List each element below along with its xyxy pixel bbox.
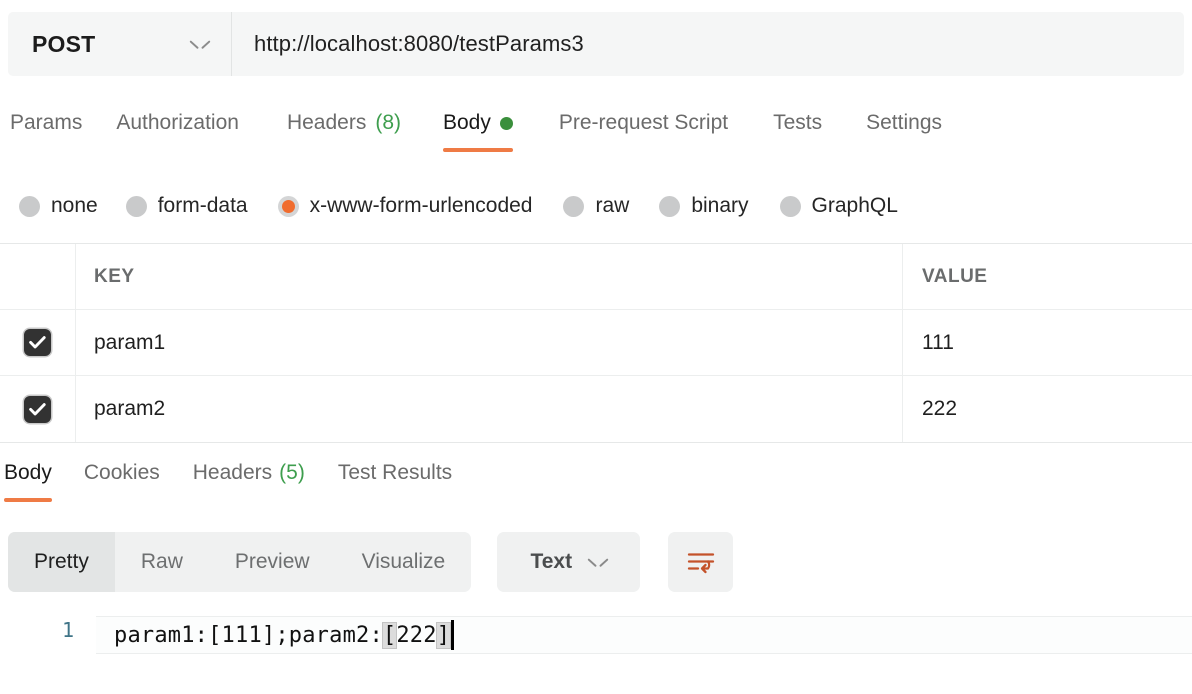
row-value-cell[interactable]: 222	[903, 376, 1192, 442]
response-tab-cookies[interactable]: Cookies	[84, 460, 160, 508]
radio-icon	[19, 195, 40, 217]
tab-label: Cookies	[83, 461, 160, 484]
headers-count-badge: (8)	[375, 111, 401, 134]
url-input[interactable]: http://localhost:8080/testParams3	[232, 12, 1184, 76]
response-tab-body[interactable]: Body	[4, 460, 52, 508]
body-type-label: form-data	[157, 194, 248, 217]
radio-selected-icon	[277, 195, 299, 217]
bracket-match-open: [	[382, 622, 397, 648]
request-tabs: Params Authorization Headers (8) Body Pr…	[0, 108, 1192, 160]
response-body-editor: 1 param1:[111];param2:[222]	[0, 606, 1192, 694]
row-value-cell[interactable]: 111	[903, 310, 1192, 375]
chevron-down-icon	[589, 557, 607, 568]
body-type-label: none	[51, 194, 98, 217]
active-tab-underline	[4, 498, 52, 502]
body-params-table: KEY VALUE param1 111 param2 222	[0, 243, 1192, 443]
tab-pre-request-script[interactable]: Pre-request Script	[559, 108, 728, 160]
active-tab-underline	[443, 148, 513, 152]
column-header-key: KEY	[76, 244, 903, 309]
tab-label: Headers	[192, 461, 273, 484]
view-mode-visualize[interactable]: Visualize	[336, 532, 472, 592]
tab-headers[interactable]: Headers (8)	[287, 108, 401, 160]
body-type-label: x-www-form-urlencoded	[309, 194, 533, 217]
tab-authorization[interactable]: Authorization	[116, 108, 239, 160]
row-checkbox-cell	[0, 376, 76, 442]
editor-active-line[interactable]: param1:[111];param2:[222]	[96, 616, 1192, 654]
radio-icon	[125, 195, 147, 217]
column-header-value: VALUE	[922, 265, 988, 287]
wrap-text-button[interactable]	[668, 532, 734, 592]
body-type-none[interactable]: none	[19, 194, 98, 218]
body-present-dot-icon	[499, 117, 513, 130]
tab-tests[interactable]: Tests	[773, 108, 822, 160]
url-bar: POST http://localhost:8080/testParams3	[8, 12, 1184, 76]
response-format-selector[interactable]: Text	[497, 532, 641, 592]
tab-body[interactable]: Body	[443, 108, 513, 160]
row-key-cell[interactable]: param2	[76, 376, 903, 442]
chevron-down-icon	[191, 39, 209, 50]
radio-icon	[659, 195, 681, 217]
view-mode-pretty[interactable]: Pretty	[8, 532, 115, 592]
body-type-raw[interactable]: raw	[563, 194, 629, 218]
response-viewer-toolbar: Pretty Raw Preview Visualize Text	[8, 532, 734, 592]
tab-label: Body	[4, 461, 52, 484]
body-type-label: binary	[691, 194, 749, 217]
row-key-cell[interactable]: param1	[76, 310, 903, 375]
radio-icon	[779, 195, 801, 217]
row-checkbox-cell	[0, 310, 76, 375]
radio-icon	[563, 195, 585, 217]
http-method-selector[interactable]: POST	[8, 12, 232, 76]
http-method-label: POST	[32, 30, 96, 57]
table-header-check-cell	[0, 244, 76, 309]
response-tabs: Body Cookies Headers (5) Test Results	[0, 460, 1192, 508]
wrap-text-icon	[687, 553, 714, 574]
response-body-text-inner: 222	[396, 622, 437, 648]
response-body-text: param1:[111];param2:	[114, 622, 383, 648]
body-type-x-www-form-urlencoded[interactable]: x-www-form-urlencoded	[277, 194, 533, 218]
response-tab-test-results[interactable]: Test Results	[338, 460, 452, 508]
row-checkbox-checked[interactable]	[24, 329, 51, 356]
tab-label: Body	[443, 111, 491, 134]
table-row[interactable]: param1 111	[0, 310, 1192, 376]
tab-settings[interactable]: Settings	[866, 108, 942, 160]
body-type-label: GraphQL	[811, 194, 898, 217]
body-type-label: raw	[595, 194, 630, 217]
body-type-form-data[interactable]: form-data	[125, 194, 248, 218]
response-headers-count-badge: (5)	[279, 461, 305, 484]
tab-label: Authorization	[116, 111, 239, 134]
tab-label: Pre-request Script	[558, 111, 729, 134]
body-type-binary[interactable]: binary	[659, 194, 749, 218]
row-checkbox-checked[interactable]	[24, 395, 51, 423]
bracket-match-close: ]	[436, 622, 451, 648]
view-mode-preview[interactable]: Preview	[209, 532, 336, 592]
tab-params[interactable]: Params	[10, 108, 82, 160]
tab-label: Headers	[286, 111, 367, 134]
body-type-options: none form-data x-www-form-urlencoded raw…	[0, 185, 1192, 227]
table-header-row: KEY VALUE	[0, 244, 1192, 310]
response-format-label: Text	[530, 550, 573, 573]
view-mode-raw[interactable]: Raw	[115, 532, 209, 592]
response-tab-headers[interactable]: Headers (5)	[193, 460, 305, 508]
tab-label: Params	[10, 111, 83, 134]
editor-line-number: 1	[61, 618, 74, 642]
text-cursor	[451, 620, 455, 650]
tab-label: Settings	[866, 111, 943, 134]
tab-label: Tests	[773, 111, 823, 134]
tab-label: Test Results	[337, 461, 453, 484]
table-row[interactable]: param2 222	[0, 376, 1192, 442]
body-type-graphql[interactable]: GraphQL	[779, 194, 898, 218]
postman-request-response-pane: POST http://localhost:8080/testParams3 P…	[0, 0, 1192, 694]
response-view-mode-group: Pretty Raw Preview Visualize	[8, 532, 472, 592]
